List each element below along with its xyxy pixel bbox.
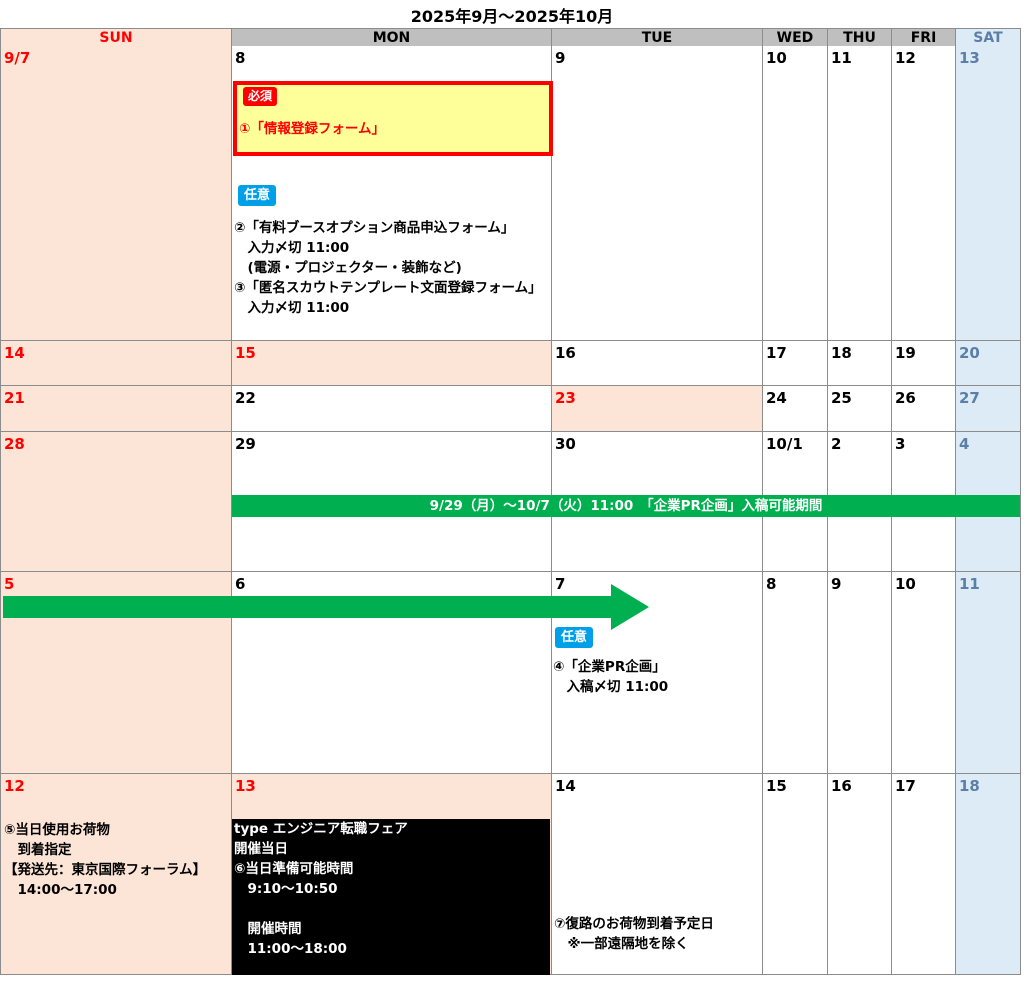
day-cell: 12 xyxy=(891,46,955,341)
required-tag: 必須 xyxy=(243,87,278,106)
calendar-title: 2025年9月～2025年10月 xyxy=(410,7,614,26)
day-cell: 9 xyxy=(551,46,762,341)
required-event-box: 必須 ①「情報登録フォーム」 xyxy=(233,81,553,156)
day-number: 21 xyxy=(4,389,25,407)
day-cell: 11 xyxy=(955,572,1021,774)
day-number: 29 xyxy=(235,435,256,453)
day-number: 16 xyxy=(831,777,852,795)
day-number: 10/1 xyxy=(766,435,803,453)
day-number: 3 xyxy=(895,435,906,453)
arrow-shape xyxy=(3,584,649,630)
day-number: 28 xyxy=(4,435,25,453)
return-luggage-note: ⑦復路のお荷物到着予定日 ※一部遠隔地を除く xyxy=(554,916,714,952)
day-number: 20 xyxy=(959,344,980,362)
day-number: 8 xyxy=(766,575,777,593)
day-number: 22 xyxy=(235,389,256,407)
day-cell: 11 xyxy=(827,46,891,341)
day-number: 9 xyxy=(555,49,566,67)
day-number: 4 xyxy=(959,435,970,453)
required-event-text: ①「情報登録フォーム」 xyxy=(239,121,386,137)
day-cell: 22 xyxy=(231,386,551,432)
day-cell: 26 xyxy=(891,386,955,432)
day-cell: 18 xyxy=(955,774,1021,975)
day-number: 11 xyxy=(831,49,852,67)
day-number: 15 xyxy=(235,344,256,362)
day-number: 18 xyxy=(959,777,980,795)
day-number: 23 xyxy=(555,389,576,407)
pr-deadline: ④「企業PR企画」 入稿〆切 11:00 xyxy=(553,659,669,695)
day-number: 10 xyxy=(766,49,787,67)
day-cell: 20 xyxy=(955,341,1021,386)
day-cell: 9 xyxy=(827,572,891,774)
day-number: 8 xyxy=(235,49,246,67)
day-cell: 19 xyxy=(891,341,955,386)
day-cell: 24 xyxy=(762,386,827,432)
day-number: 12 xyxy=(4,777,25,795)
day-cell: 25 xyxy=(827,386,891,432)
day-number: 12 xyxy=(895,49,916,67)
day-number: 26 xyxy=(895,389,916,407)
day-cell: 21 xyxy=(0,386,231,432)
header-tue: TUE xyxy=(551,28,762,46)
day-cell: 27 xyxy=(955,386,1021,432)
day-number: 17 xyxy=(766,344,787,362)
day-number: 24 xyxy=(766,389,787,407)
header-wed: WED xyxy=(762,28,827,46)
pr-period-band: 9/29（月）～10/7（火）11:00 「企業PR企画」入稿可能期間 xyxy=(232,495,1020,517)
day-cell: 10 xyxy=(762,46,827,341)
day-cell: 17 xyxy=(891,774,955,975)
day-cell: 13 xyxy=(955,46,1021,341)
header-mon: MON xyxy=(231,28,551,46)
day-cell: 10 xyxy=(891,572,955,774)
day-number: 27 xyxy=(959,389,980,407)
day-number: 19 xyxy=(895,344,916,362)
day-cell: 15 xyxy=(762,774,827,975)
day-cell: 8 xyxy=(762,572,827,774)
fair-day-box: type エンジニア転職フェア 開催当日 ⑥当日準備可能時間 9:10～10:5… xyxy=(232,819,550,975)
day-cell: 16 xyxy=(551,341,762,386)
day-number: 13 xyxy=(959,49,980,67)
day-number: 11 xyxy=(959,575,980,593)
day-number: 9 xyxy=(831,575,842,593)
day-cell: 16 xyxy=(827,774,891,975)
day-number: 17 xyxy=(895,777,916,795)
day-number: 25 xyxy=(831,389,852,407)
day-number: 13 xyxy=(235,777,256,795)
day-cell: 14 xyxy=(0,341,231,386)
day-cell: 9/7 xyxy=(0,46,231,341)
day-number: 14 xyxy=(555,777,576,795)
day-number: 30 xyxy=(555,435,576,453)
booth-option-deadlines: ②「有料ブースオプション商品申込フォーム」 入力〆切 11:00 (電源・プロジ… xyxy=(234,220,542,316)
day-cell: 15 xyxy=(231,341,551,386)
pr-optional-tag: 任意 xyxy=(555,627,594,648)
day-cell: 23 xyxy=(551,386,762,432)
fair-day-details: type エンジニア転職フェア 開催当日 ⑥当日準備可能時間 9:10～10:5… xyxy=(234,821,408,957)
day-number: 9/7 xyxy=(4,49,31,67)
header-thu: THU xyxy=(827,28,891,46)
header-fri: FRI xyxy=(891,28,955,46)
pr-period-arrow xyxy=(3,584,649,630)
header-sat: SAT xyxy=(955,28,1021,46)
luggage-delivery-note: ⑤当日使用お荷物 到着指定 【発送先：東京国際フォーラム】 14:00～17:0… xyxy=(4,822,207,898)
day-number: 2 xyxy=(831,435,842,453)
day-cell: 28 xyxy=(0,432,231,572)
day-number: 10 xyxy=(895,575,916,593)
day-number: 18 xyxy=(831,344,852,362)
day-cell: 18 xyxy=(827,341,891,386)
day-cell: 17 xyxy=(762,341,827,386)
header-sun: SUN xyxy=(0,28,231,46)
day-number: 16 xyxy=(555,344,576,362)
day-number: 14 xyxy=(4,344,25,362)
optional-tag: 任意 xyxy=(238,185,277,206)
day-number: 15 xyxy=(766,777,787,795)
